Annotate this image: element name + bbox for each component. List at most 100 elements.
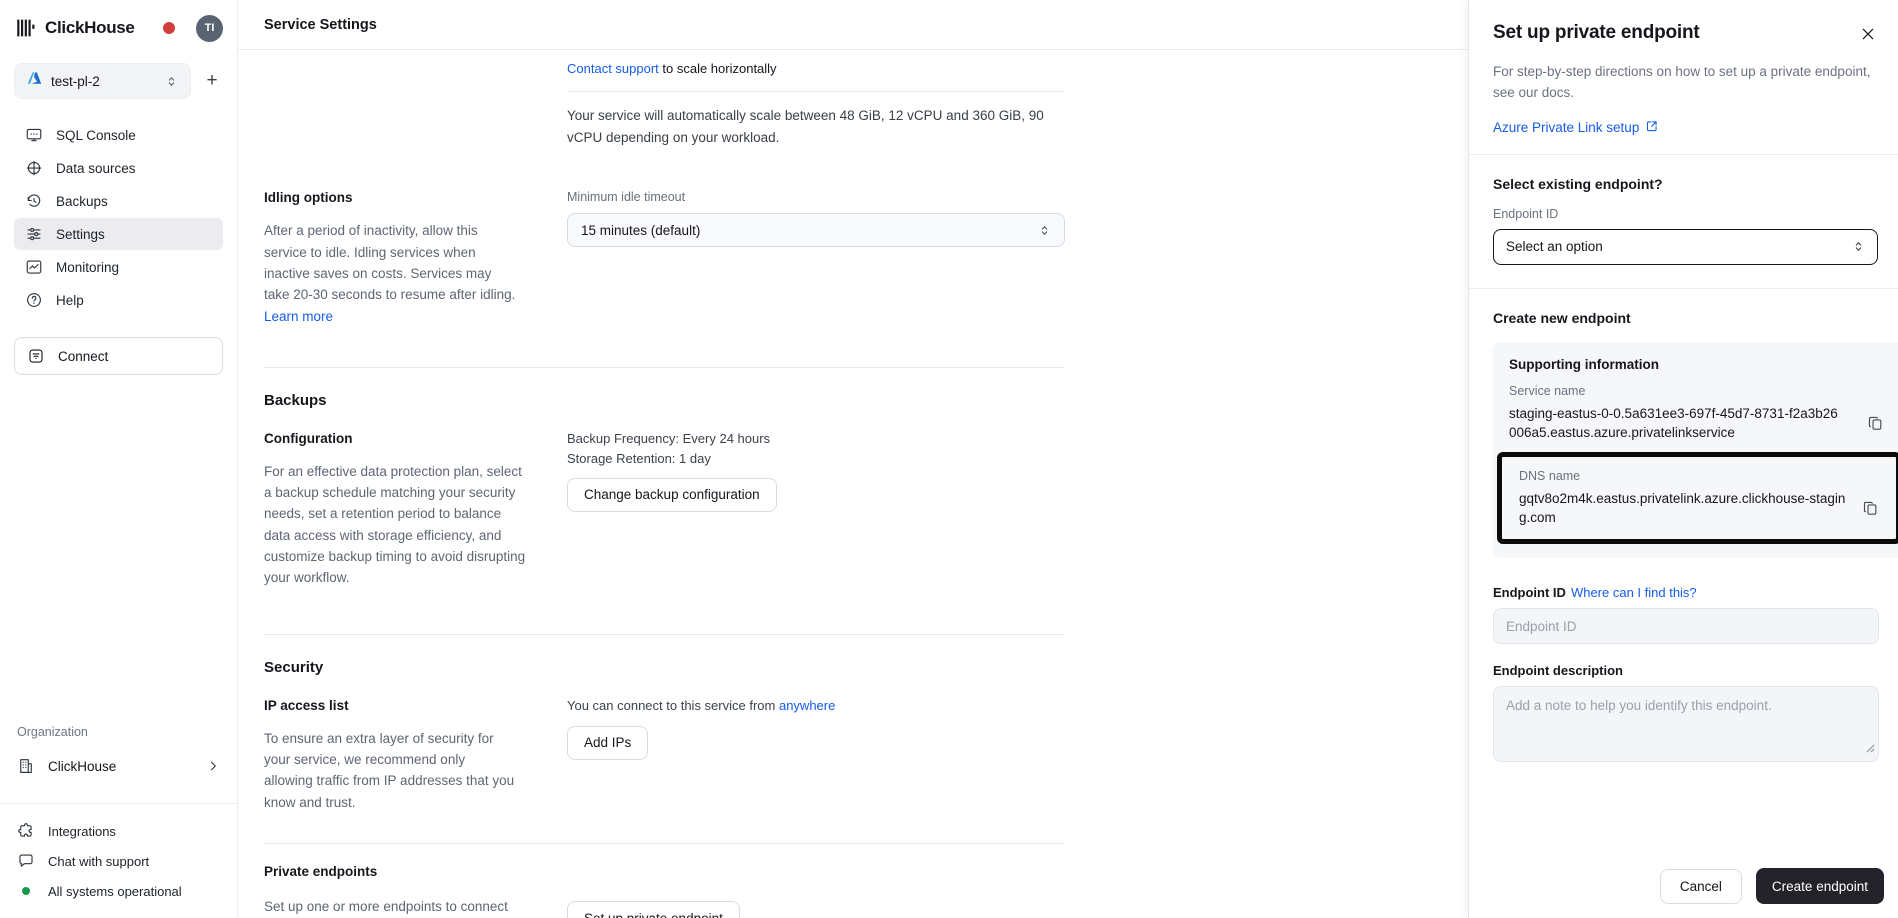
connect-from-line: You can connect to this service from any… bbox=[567, 698, 1065, 713]
dns-name-row: gqtv8o2m4k.eastus.privatelink.azure.clic… bbox=[1519, 489, 1896, 527]
anywhere-link[interactable]: anywhere bbox=[779, 698, 835, 713]
service-selector-row: test-pl-2 + bbox=[14, 63, 223, 99]
connect-button[interactable]: Connect bbox=[14, 337, 223, 375]
chat-icon bbox=[17, 852, 35, 870]
main-content: Service Settings Contact support to scal… bbox=[238, 0, 1468, 918]
cancel-button[interactable]: Cancel bbox=[1660, 869, 1742, 904]
avatar[interactable]: TI bbox=[196, 15, 223, 42]
sidebar-item-label: Backups bbox=[56, 194, 108, 209]
endpoint-id-label: Endpoint ID bbox=[1493, 585, 1566, 600]
ip-access-title: IP access list bbox=[264, 698, 547, 713]
chevron-updown-icon bbox=[165, 75, 178, 88]
endpoint-description-label: Endpoint description bbox=[1493, 663, 1623, 678]
chevron-right-icon bbox=[206, 759, 220, 773]
app-root: ClickHouse TI test-pl-2 + SQL bbox=[0, 0, 1898, 918]
service-name-value: staging-eastus-0-0.5a631ee3-697f-45d7-87… bbox=[1509, 404, 1845, 442]
existing-endpoint-select[interactable]: Select an option bbox=[1493, 229, 1878, 265]
section-divider bbox=[264, 634, 1065, 635]
system-status[interactable]: All systems operational bbox=[17, 876, 220, 906]
endpoint-description-label-row: Endpoint description bbox=[1493, 663, 1874, 678]
organization-label: Organization bbox=[17, 725, 223, 739]
contact-support-rest: to scale horizontally bbox=[659, 61, 777, 76]
sidebar-item-label: Data sources bbox=[56, 161, 136, 176]
dns-name-value: gqtv8o2m4k.eastus.privatelink.azure.clic… bbox=[1519, 489, 1855, 527]
data-sources-icon bbox=[25, 159, 43, 177]
settings-icon bbox=[25, 225, 43, 243]
sidebar-item-help[interactable]: Help bbox=[14, 284, 223, 316]
change-backup-config-button[interactable]: Change backup configuration bbox=[567, 478, 777, 512]
footer-item-label: Chat with support bbox=[48, 854, 149, 869]
page-header: Service Settings bbox=[238, 0, 1468, 50]
idling-description: After a period of inactivity, allow this… bbox=[264, 220, 516, 327]
contact-support-link[interactable]: Contact support bbox=[567, 61, 659, 76]
endpoint-id-input[interactable] bbox=[1493, 608, 1879, 644]
dns-name-label: DNS name bbox=[1519, 469, 1896, 483]
sidebar-item-label: Help bbox=[56, 293, 84, 308]
setup-private-endpoint-button[interactable]: Set up private endpoint bbox=[567, 901, 740, 918]
service-name-row: staging-eastus-0-0.5a631ee3-697f-45d7-87… bbox=[1509, 404, 1898, 442]
select-existing-title: Select existing endpoint? bbox=[1493, 176, 1874, 192]
learn-more-link[interactable]: Learn more bbox=[264, 309, 333, 324]
clickhouse-logo-icon bbox=[16, 18, 36, 38]
panel-divider bbox=[1469, 288, 1898, 289]
autoscale-text: Your service will automatically scale be… bbox=[567, 105, 1065, 148]
ip-access-row: IP access list To ensure an extra layer … bbox=[264, 698, 1468, 813]
status-dot-icon bbox=[22, 887, 30, 895]
alert-dot-icon bbox=[163, 22, 175, 34]
scaling-row: Contact support to scale horizontally Yo… bbox=[264, 58, 1468, 148]
sidebar-item-backups[interactable]: Backups bbox=[14, 185, 223, 217]
organization-switcher[interactable]: ClickHouse bbox=[14, 751, 223, 781]
chevron-updown-icon bbox=[1038, 224, 1051, 237]
service-selector[interactable]: test-pl-2 bbox=[14, 63, 191, 99]
service-selector-value: test-pl-2 bbox=[51, 74, 100, 89]
connect-label: Connect bbox=[58, 349, 108, 364]
idle-timeout-value: 15 minutes (default) bbox=[581, 223, 700, 238]
status-label: All systems operational bbox=[48, 884, 182, 899]
sidebar-item-chat-support[interactable]: Chat with support bbox=[17, 846, 220, 876]
monitoring-icon bbox=[25, 258, 43, 276]
private-endpoints-title: Private endpoints bbox=[264, 864, 547, 879]
sidebar-item-monitoring[interactable]: Monitoring bbox=[14, 251, 223, 283]
sidebar-item-label: Monitoring bbox=[56, 260, 119, 275]
backup-retention: Storage Retention: 1 day bbox=[567, 451, 1065, 466]
add-service-button[interactable]: + bbox=[201, 70, 223, 92]
idling-row: Idling options After a period of inactiv… bbox=[264, 190, 1468, 327]
sidebar: ClickHouse TI test-pl-2 + SQL bbox=[0, 0, 238, 918]
scaling-divider bbox=[567, 91, 1065, 92]
create-endpoint-button[interactable]: Create endpoint bbox=[1756, 868, 1884, 904]
supporting-information-card: Supporting information Service name stag… bbox=[1493, 342, 1898, 559]
help-icon bbox=[25, 291, 43, 309]
add-ips-button[interactable]: Add IPs bbox=[567, 726, 648, 760]
endpoint-description-wrap bbox=[1493, 686, 1879, 762]
supporting-information-title: Supporting information bbox=[1509, 357, 1898, 372]
sidebar-item-data-sources[interactable]: Data sources bbox=[14, 152, 223, 184]
backup-config-title: Configuration bbox=[264, 431, 547, 446]
sql-console-icon bbox=[25, 126, 43, 144]
private-endpoints-row: Private endpoints Set up one or more end… bbox=[264, 864, 1468, 918]
logo-row: ClickHouse TI bbox=[14, 14, 223, 42]
panel-divider bbox=[1469, 154, 1898, 155]
integrations-icon bbox=[17, 822, 35, 840]
organization-icon bbox=[17, 757, 35, 775]
setup-endpoint-panel: Set up private endpoint For step-by-step… bbox=[1468, 0, 1898, 918]
sidebar-item-integrations[interactable]: Integrations bbox=[17, 816, 220, 846]
endpoint-description-input[interactable] bbox=[1493, 686, 1879, 762]
where-can-i-find-this-link[interactable]: Where can I find this? bbox=[1571, 585, 1697, 600]
footer-item-label: Integrations bbox=[48, 824, 116, 839]
azure-icon bbox=[27, 71, 42, 91]
private-endpoints-description: Set up one or more endpoints to connect … bbox=[264, 896, 536, 918]
backups-section-title: Backups bbox=[264, 392, 1468, 409]
azure-private-link-setup-link[interactable]: Azure Private Link setup bbox=[1493, 120, 1639, 135]
idle-timeout-select[interactable]: 15 minutes (default) bbox=[567, 213, 1065, 247]
sidebar-item-settings[interactable]: Settings bbox=[14, 218, 223, 250]
organization-name: ClickHouse bbox=[48, 759, 116, 774]
idling-title: Idling options bbox=[264, 190, 547, 205]
panel-intro: For step-by-step directions on how to se… bbox=[1493, 62, 1874, 104]
close-icon[interactable] bbox=[1856, 22, 1880, 46]
sidebar-item-sql-console[interactable]: SQL Console bbox=[14, 119, 223, 151]
chevron-updown-icon bbox=[1852, 240, 1865, 253]
copy-icon[interactable] bbox=[1862, 500, 1879, 517]
sidebar-footer: Integrations Chat with support All syste… bbox=[14, 804, 223, 908]
copy-icon[interactable] bbox=[1867, 415, 1884, 432]
connect-icon bbox=[27, 347, 45, 365]
